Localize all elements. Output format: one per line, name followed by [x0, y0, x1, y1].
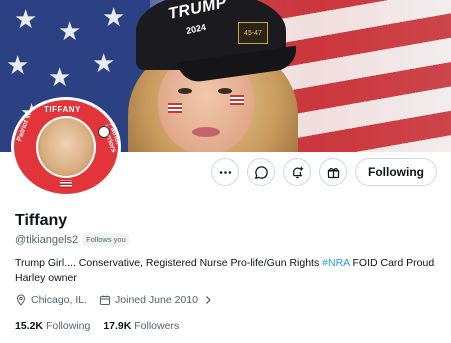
join-date-text: Joined June 2010 [115, 294, 198, 306]
banner-portrait: TRUMP 2024 45-47 [118, 0, 308, 152]
face-flag-paint [168, 103, 182, 113]
followers-count: 17.9K [103, 320, 132, 332]
subscribe-button[interactable] [319, 158, 347, 186]
following-count: 15.2K [15, 320, 44, 332]
chevron-right-icon [206, 296, 211, 304]
us-flag-icon [60, 180, 72, 188]
following-button[interactable]: Following [355, 158, 437, 186]
followers-label: Followers [134, 320, 180, 332]
location: Chicago, IL. [15, 294, 87, 306]
profile-meta: Chicago, IL. Joined June 2010 [15, 294, 214, 306]
join-date[interactable]: Joined June 2010 [99, 294, 214, 306]
following-label: Following [45, 320, 91, 332]
avatar-photo [36, 116, 96, 178]
star-icon: ★ [58, 16, 82, 46]
hashtag-link[interactable]: #NRA [322, 257, 349, 269]
star-icon: ★ [14, 4, 38, 34]
avatar[interactable]: TIFFANY Patriot Warriors Patriot Warrior… [11, 97, 121, 197]
message-button[interactable] [247, 158, 275, 186]
hat-badge: 45-47 [238, 22, 268, 44]
caliber-icon [98, 126, 110, 138]
lips [192, 127, 220, 137]
eye [218, 88, 232, 94]
gift-icon [327, 167, 339, 178]
display-name: Tiffany [15, 212, 68, 229]
follows-you-badge: Follows you [83, 233, 129, 246]
handle-row: @tikiangels2 Follows you [15, 233, 129, 246]
followers-stat[interactable]: 17.9K Followers [103, 320, 179, 332]
hat-text: TRUMP [166, 0, 229, 23]
location-text: Chicago, IL. [31, 294, 88, 306]
star-icon: ★ [48, 62, 72, 92]
notify-button[interactable] [283, 158, 311, 186]
calendar-icon [100, 295, 111, 305]
profile-actions: Following [211, 157, 437, 187]
more-button[interactable] [211, 158, 239, 186]
follow-stats: 15.2K Following 17.9K Followers [15, 320, 179, 332]
following-stat[interactable]: 15.2K Following [15, 320, 90, 332]
notification-bell-plus-icon [292, 166, 303, 178]
message-icon [254, 165, 268, 179]
bio-text: Trump Girl.... Conservative, Registered … [15, 257, 323, 269]
avatar-top-text: TIFFANY [44, 105, 81, 114]
avatar-badge: TIFFANY Patriot Warriors Patriot Warrior… [14, 100, 118, 194]
location-pin-icon [16, 294, 26, 306]
eye [178, 88, 192, 94]
star-icon: ★ [6, 50, 30, 80]
user-handle: @tikiangels2 [15, 233, 79, 246]
face-flag-paint [230, 95, 244, 105]
star-icon: ★ [92, 48, 116, 78]
hat-year: 2024 [185, 22, 207, 36]
more-horizontal-icon [219, 170, 231, 174]
bio: Trump Girl.... Conservative, Registered … [15, 256, 445, 286]
